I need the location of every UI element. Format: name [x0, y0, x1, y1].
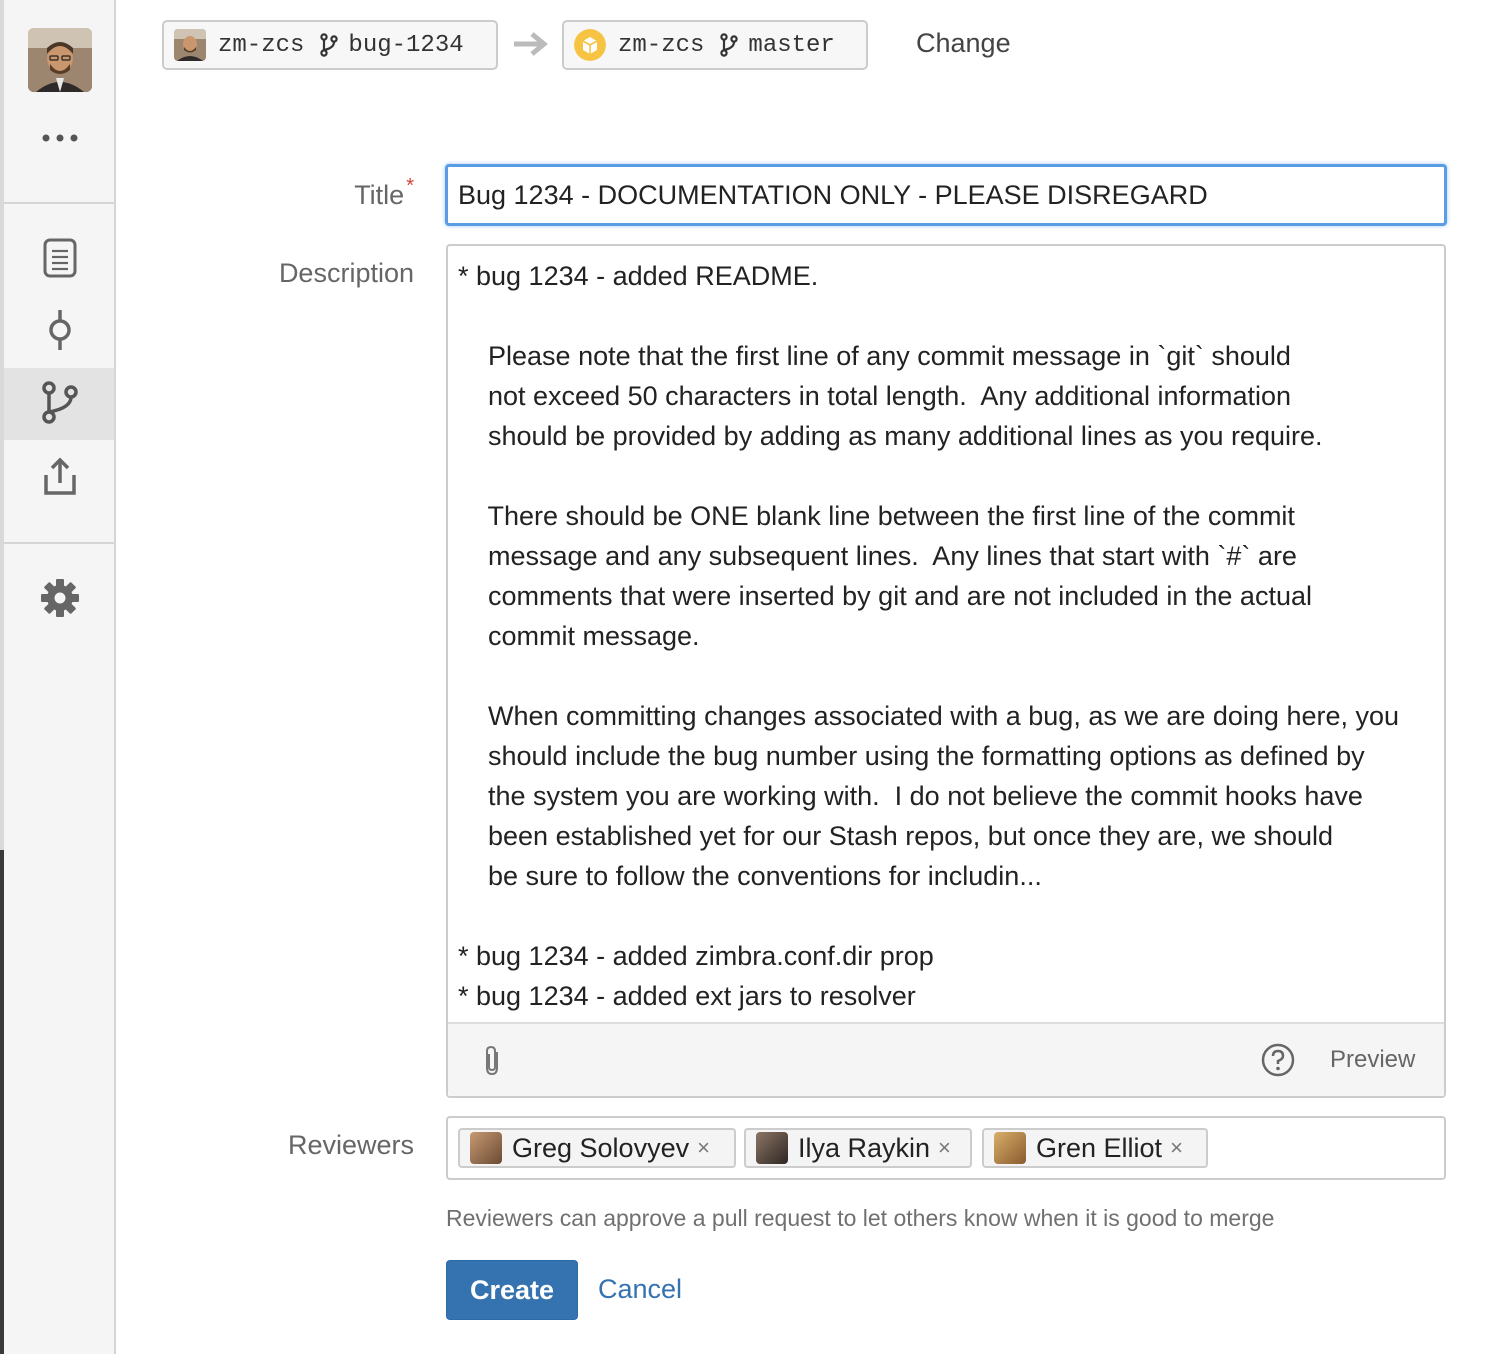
repo-project-icon: [574, 29, 606, 61]
more-icon[interactable]: [40, 128, 80, 148]
attachment-icon[interactable]: [482, 1044, 504, 1083]
source-branch-selector[interactable]: zm-zcs bug-1234: [162, 20, 498, 70]
sidebar-edge-dark: [0, 850, 4, 1354]
create-button[interactable]: Create: [446, 1260, 578, 1320]
reviewer-chip[interactable]: Greg Solovyev ×: [458, 1128, 736, 1168]
reviewers-input[interactable]: Greg Solovyev × Ilya Raykin × Gren Ellio…: [446, 1116, 1446, 1180]
source-icon[interactable]: [36, 234, 84, 282]
reviewers-label: Reviewers: [287, 1130, 414, 1160]
preview-button[interactable]: Preview: [1330, 1046, 1415, 1074]
sidebar-divider: [4, 542, 114, 544]
help-icon[interactable]: [1260, 1042, 1296, 1083]
user-avatar[interactable]: [28, 28, 92, 92]
reviewer-chip[interactable]: Gren Elliot ×: [982, 1128, 1208, 1168]
reviewer-avatar: [470, 1132, 502, 1164]
source-repo-name: zm-zcs: [218, 31, 305, 59]
pull-requests-icon[interactable]: [36, 452, 84, 500]
branch-icon: [720, 33, 739, 57]
remove-reviewer-icon[interactable]: ×: [697, 1135, 710, 1161]
commits-icon[interactable]: [36, 306, 84, 354]
reviewer-name: Ilya Raykin: [798, 1132, 931, 1163]
branch-icon: [320, 33, 339, 57]
target-branch-name: master: [748, 31, 835, 59]
sidebar: [0, 0, 116, 1354]
arrow-right-icon: [512, 30, 548, 63]
cancel-link[interactable]: Cancel: [598, 1274, 682, 1305]
reviewer-avatar: [994, 1132, 1026, 1164]
description-editor[interactable]: * bug 1234 - added README. Please note t…: [446, 244, 1446, 1098]
remove-reviewer-icon[interactable]: ×: [938, 1135, 951, 1161]
target-repo-name: zm-zcs: [618, 31, 705, 59]
description-label: Description: [278, 258, 414, 288]
title-label-text: Title: [354, 180, 405, 210]
source-branch-name: bug-1234: [348, 31, 464, 59]
title-input[interactable]: [445, 164, 1447, 226]
title-label: Title *: [354, 175, 414, 211]
change-link[interactable]: Change: [916, 28, 1011, 59]
remove-reviewer-icon[interactable]: ×: [1170, 1135, 1183, 1161]
branches-icon[interactable]: [36, 378, 84, 426]
required-marker: *: [406, 175, 414, 197]
reviewer-name: Greg Solovyev: [512, 1132, 690, 1163]
target-branch-selector[interactable]: zm-zcs master: [562, 20, 868, 70]
sidebar-divider: [4, 202, 114, 204]
reviewer-name: Gren Elliot: [1036, 1132, 1163, 1163]
reviewer-avatar: [756, 1132, 788, 1164]
description-textarea[interactable]: * bug 1234 - added README. Please note t…: [458, 256, 1438, 1022]
reviewers-hint: Reviewers can approve a pull request to …: [446, 1205, 1275, 1231]
description-toolbar: Preview: [448, 1022, 1444, 1096]
settings-icon[interactable]: [36, 574, 84, 622]
repo-avatar: [174, 29, 206, 61]
reviewer-chip[interactable]: Ilya Raykin ×: [744, 1128, 972, 1168]
